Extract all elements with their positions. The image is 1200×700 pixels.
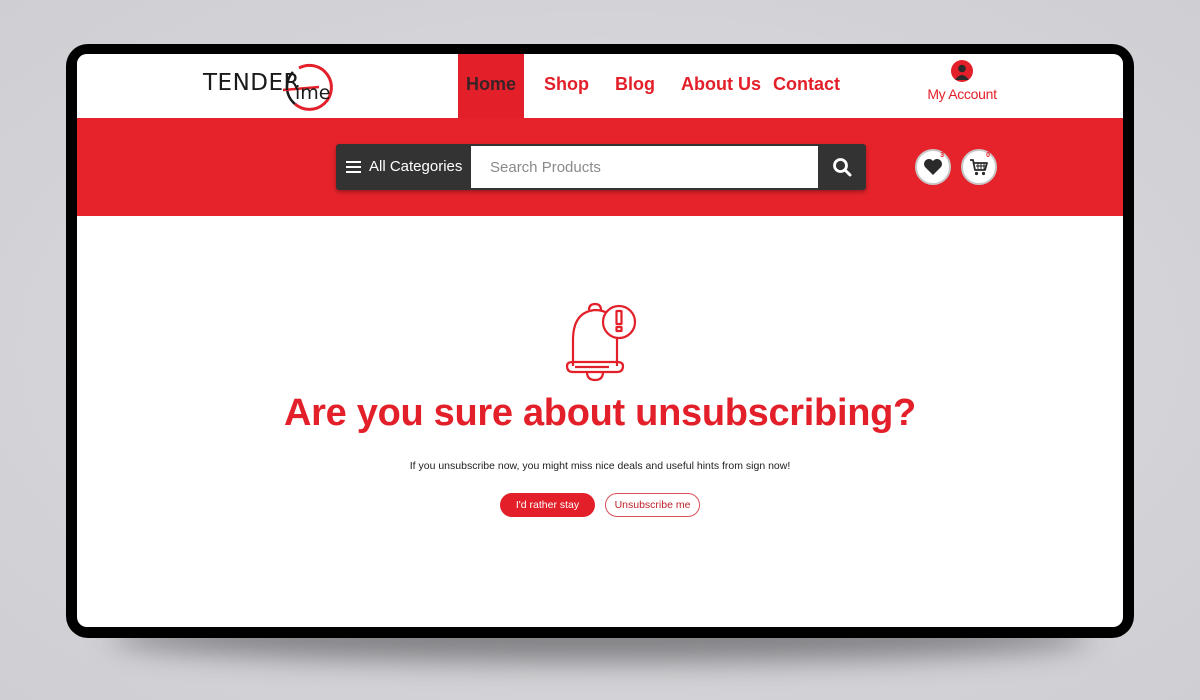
nav-home[interactable]: Home	[458, 54, 524, 118]
top-header: TENDER ime Home Shop Blog About Us Conta…	[77, 54, 1123, 118]
browser-screen: TENDER ime Home Shop Blog About Us Conta…	[77, 54, 1123, 627]
bell-alert-icon	[565, 302, 637, 382]
logo-text-tender: TENDER	[203, 70, 301, 96]
search-button[interactable]	[818, 144, 866, 190]
search-band: All Categories 3	[77, 118, 1123, 216]
user-icon	[951, 60, 973, 82]
logo-text-time: ime	[295, 82, 331, 104]
search-bar: All Categories	[336, 144, 866, 190]
my-account-link[interactable]: My Account	[922, 60, 1002, 102]
confirmation-heading: Are you sure about unsubscribing?	[284, 392, 916, 434]
all-categories-button[interactable]: All Categories	[336, 144, 471, 190]
brand-logo[interactable]: TENDER ime	[203, 60, 343, 112]
cart-button[interactable]: 0	[961, 149, 997, 185]
search-input[interactable]	[471, 146, 818, 188]
confirmation-message: If you unsubscribe now, you might miss n…	[409, 460, 791, 472]
menu-icon	[346, 161, 361, 173]
unsubscribe-button[interactable]: Unsubscribe me	[605, 493, 700, 517]
cart-icon	[970, 159, 988, 176]
wishlist-count: 3	[940, 152, 944, 159]
heart-icon	[924, 159, 942, 175]
search-icon	[833, 158, 852, 177]
confirmation-actions: I'd rather stay Unsubscribe me	[77, 493, 1123, 517]
nav-shop[interactable]: Shop	[536, 54, 597, 118]
all-categories-label: All Categories	[369, 158, 463, 175]
cart-count: 0	[986, 152, 990, 159]
unsubscribe-confirmation: Are you sure about unsubscribing? If you…	[77, 216, 1123, 627]
nav-contact[interactable]: Contact	[765, 54, 848, 118]
nav-blog[interactable]: Blog	[607, 54, 663, 118]
my-account-label: My Account	[927, 86, 997, 102]
main-nav: Home Shop Blog About Us Contact	[458, 54, 854, 118]
stay-subscribed-button[interactable]: I'd rather stay	[500, 493, 595, 517]
device-frame: TENDER ime Home Shop Blog About Us Conta…	[66, 44, 1134, 638]
nav-about-us[interactable]: About Us	[673, 54, 769, 118]
wishlist-button[interactable]: 3	[915, 149, 951, 185]
